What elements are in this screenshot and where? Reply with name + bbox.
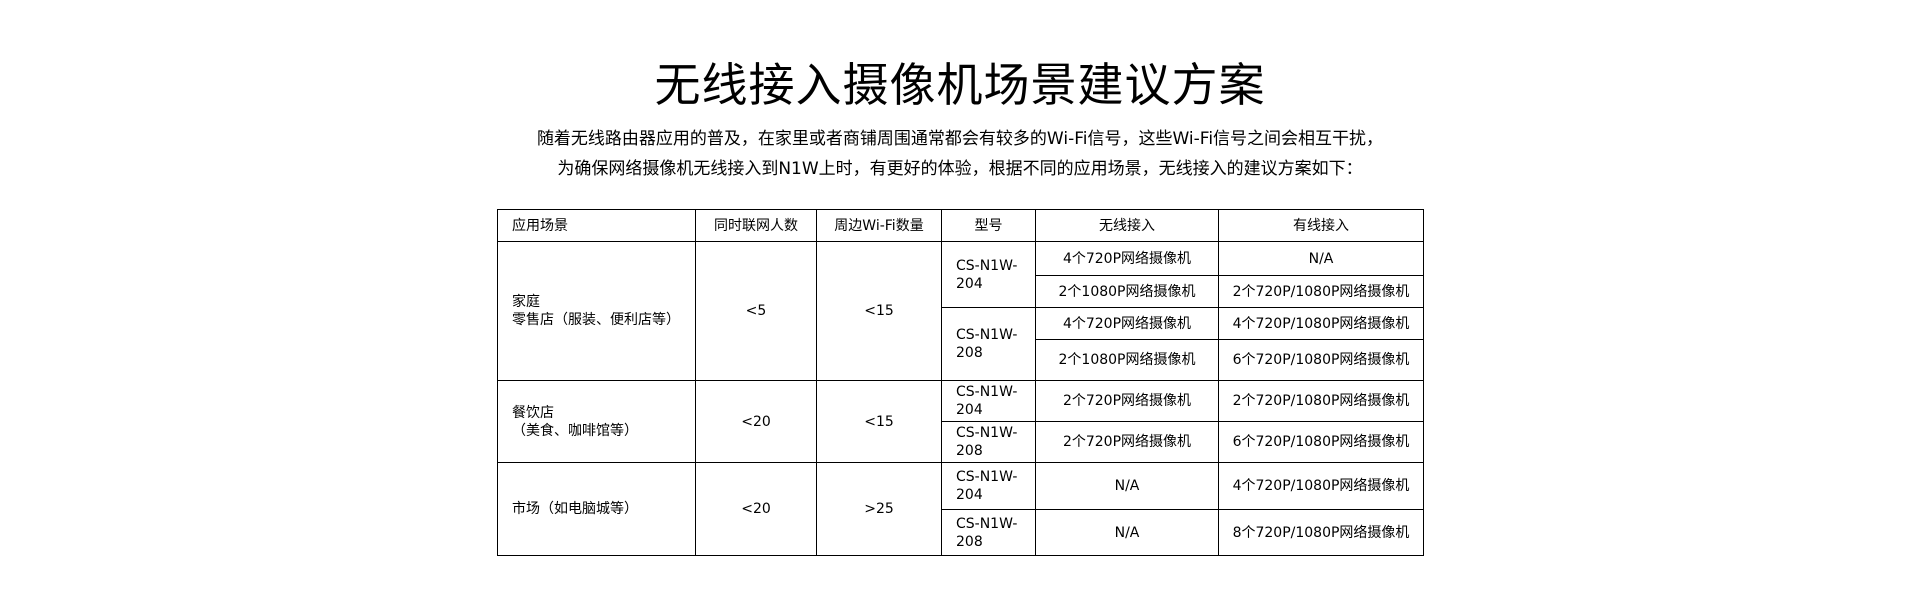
wired-cell: 2个720P/1080P网络摄像机 (1218, 275, 1424, 308)
table-row: 餐饮店 （美食、咖啡馆等） <20 <15 CS-N1W- 204 2个720P… (497, 380, 1424, 463)
recommendation-table: 应用场景 同时联网人数 周边Wi-Fi数量 型号 无线接入 有线接入 家庭 零售… (497, 209, 1424, 556)
model-line: CS-N1W- (956, 469, 1018, 485)
users-cell: <5 (695, 241, 817, 381)
scene-line: 家庭 (512, 294, 540, 310)
intro-line-1: 随着无线路由器应用的普及，在家里或者商铺周围通常都会有较多的Wi-Fi信号，这些… (536, 129, 1384, 149)
intro-line-2: 为确保网络摄像机无线接入到N1W上时，有更好的体验，根据不同的应用场景，无线接入… (557, 159, 1363, 179)
model-cell: CS-N1W- 204 (941, 380, 1036, 422)
header-wifi: 周边Wi-Fi数量 (816, 209, 942, 242)
model-line: 204 (956, 402, 983, 418)
users-cell: <20 (695, 462, 817, 556)
model-cell: CS-N1W- 208 (941, 307, 1036, 381)
model-line: CS-N1W- (956, 515, 1018, 532)
scene-line: （美食、咖啡馆等） (512, 422, 638, 439)
wireless-cell: 2个720P网络摄像机 (1035, 421, 1219, 463)
scene-cell: 餐饮店 （美食、咖啡馆等） (497, 380, 696, 463)
wired-cell: 6个720P/1080P网络摄像机 (1218, 421, 1424, 463)
page-title: 无线接入摄像机场景建议方案 (654, 58, 1266, 112)
wifi-cell: <15 (816, 241, 942, 381)
model-cell: CS-N1W- 208 (941, 421, 1036, 463)
wired-cell: 4个720P/1080P网络摄像机 (1218, 462, 1424, 510)
table-row: 市场（如电脑城等） <20 >25 CS-N1W- 204 N/A 4个720P… (497, 462, 1424, 556)
wired-cell: 2个720P/1080P网络摄像机 (1218, 380, 1424, 422)
scene-line: 市场（如电脑城等） (512, 501, 638, 517)
scene-line: 餐饮店 (512, 404, 554, 421)
wireless-cell: 4个720P网络摄像机 (1035, 307, 1219, 340)
intro-paragraph: 随着无线路由器应用的普及，在家里或者商铺周围通常都会有较多的Wi-Fi信号，这些… (0, 124, 1920, 184)
wifi-cell: <15 (816, 380, 942, 463)
wired-cell: N/A (1218, 241, 1424, 276)
model-line: 208 (956, 533, 983, 550)
scene-line: 零售店（服装、便利店等） (512, 312, 680, 328)
table-header-row: 应用场景 同时联网人数 周边Wi-Fi数量 型号 无线接入 有线接入 (497, 209, 1424, 242)
wireless-cell: N/A (1035, 462, 1219, 510)
model-cell: CS-N1W- 204 (941, 241, 1036, 308)
wireless-cell: N/A (1035, 509, 1219, 556)
table-row: 家庭 零售店（服装、便利店等） <5 <15 CS-N1W- 204 4个720… (497, 241, 1424, 381)
header-model: 型号 (941, 209, 1036, 242)
header-users: 同时联网人数 (695, 209, 817, 242)
wireless-cell: 4个720P网络摄像机 (1035, 241, 1219, 276)
wifi-cell: >25 (816, 462, 942, 556)
model-line: CS-N1W- (956, 425, 1018, 441)
model-line: CS-N1W- (956, 257, 1018, 274)
model-line: CS-N1W- (956, 327, 1018, 343)
wireless-cell: 2个720P网络摄像机 (1035, 380, 1219, 422)
wired-cell: 6个720P/1080P网络摄像机 (1218, 339, 1424, 381)
wireless-cell: 2个1080P网络摄像机 (1035, 275, 1219, 308)
model-cell: CS-N1W- 204 (941, 462, 1036, 510)
model-line: 208 (956, 345, 983, 361)
model-line: 204 (956, 487, 983, 503)
wireless-cell: 2个1080P网络摄像机 (1035, 339, 1219, 381)
model-cell: CS-N1W- 208 (941, 509, 1036, 556)
wired-cell: 8个720P/1080P网络摄像机 (1218, 509, 1424, 556)
model-line: 204 (956, 275, 983, 292)
model-line: 208 (956, 443, 983, 459)
wired-cell: 4个720P/1080P网络摄像机 (1218, 307, 1424, 340)
scene-cell: 市场（如电脑城等） (497, 462, 696, 556)
header-scene: 应用场景 (497, 209, 696, 242)
header-wireless: 无线接入 (1035, 209, 1219, 242)
model-line: CS-N1W- (956, 384, 1018, 400)
scene-cell: 家庭 零售店（服装、便利店等） (497, 241, 696, 381)
users-cell: <20 (695, 380, 817, 463)
header-wired: 有线接入 (1218, 209, 1424, 242)
